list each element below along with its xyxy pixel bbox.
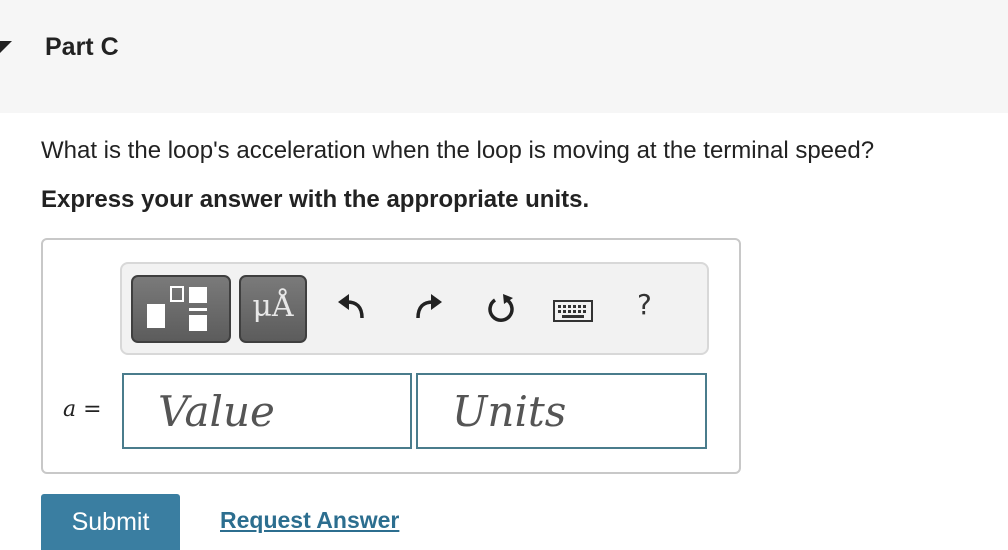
- collapse-caret-icon[interactable]: [0, 41, 12, 53]
- units-field[interactable]: [416, 373, 707, 449]
- units-button[interactable]: μÅ: [239, 275, 307, 343]
- help-button[interactable]: ?: [637, 288, 652, 321]
- math-toolbar: μÅ ?: [120, 262, 709, 355]
- variable-symbol: a: [63, 397, 77, 422]
- answer-box: μÅ ? a =: [41, 238, 741, 474]
- request-answer-link[interactable]: Request Answer: [220, 507, 399, 534]
- value-field[interactable]: [122, 373, 412, 449]
- answer-instruction: Express your answer with the appropriate…: [41, 186, 590, 213]
- units-button-label: μÅ: [252, 289, 294, 324]
- equals-sign: =: [76, 397, 102, 422]
- templates-button[interactable]: [131, 275, 231, 343]
- value-input[interactable]: [124, 375, 410, 447]
- part-header: Part C: [0, 0, 1008, 113]
- units-input[interactable]: [418, 375, 705, 447]
- templates-icon: [147, 286, 207, 331]
- question-text: What is the loop's acceleration when the…: [41, 137, 875, 164]
- reset-icon[interactable]: [485, 292, 517, 324]
- keyboard-icon[interactable]: [553, 300, 593, 322]
- undo-icon[interactable]: [336, 292, 366, 322]
- submit-button[interactable]: Submit: [41, 494, 180, 550]
- part-title: Part C: [45, 33, 119, 61]
- redo-icon[interactable]: [414, 292, 444, 322]
- answer-variable-label: a =: [63, 397, 102, 422]
